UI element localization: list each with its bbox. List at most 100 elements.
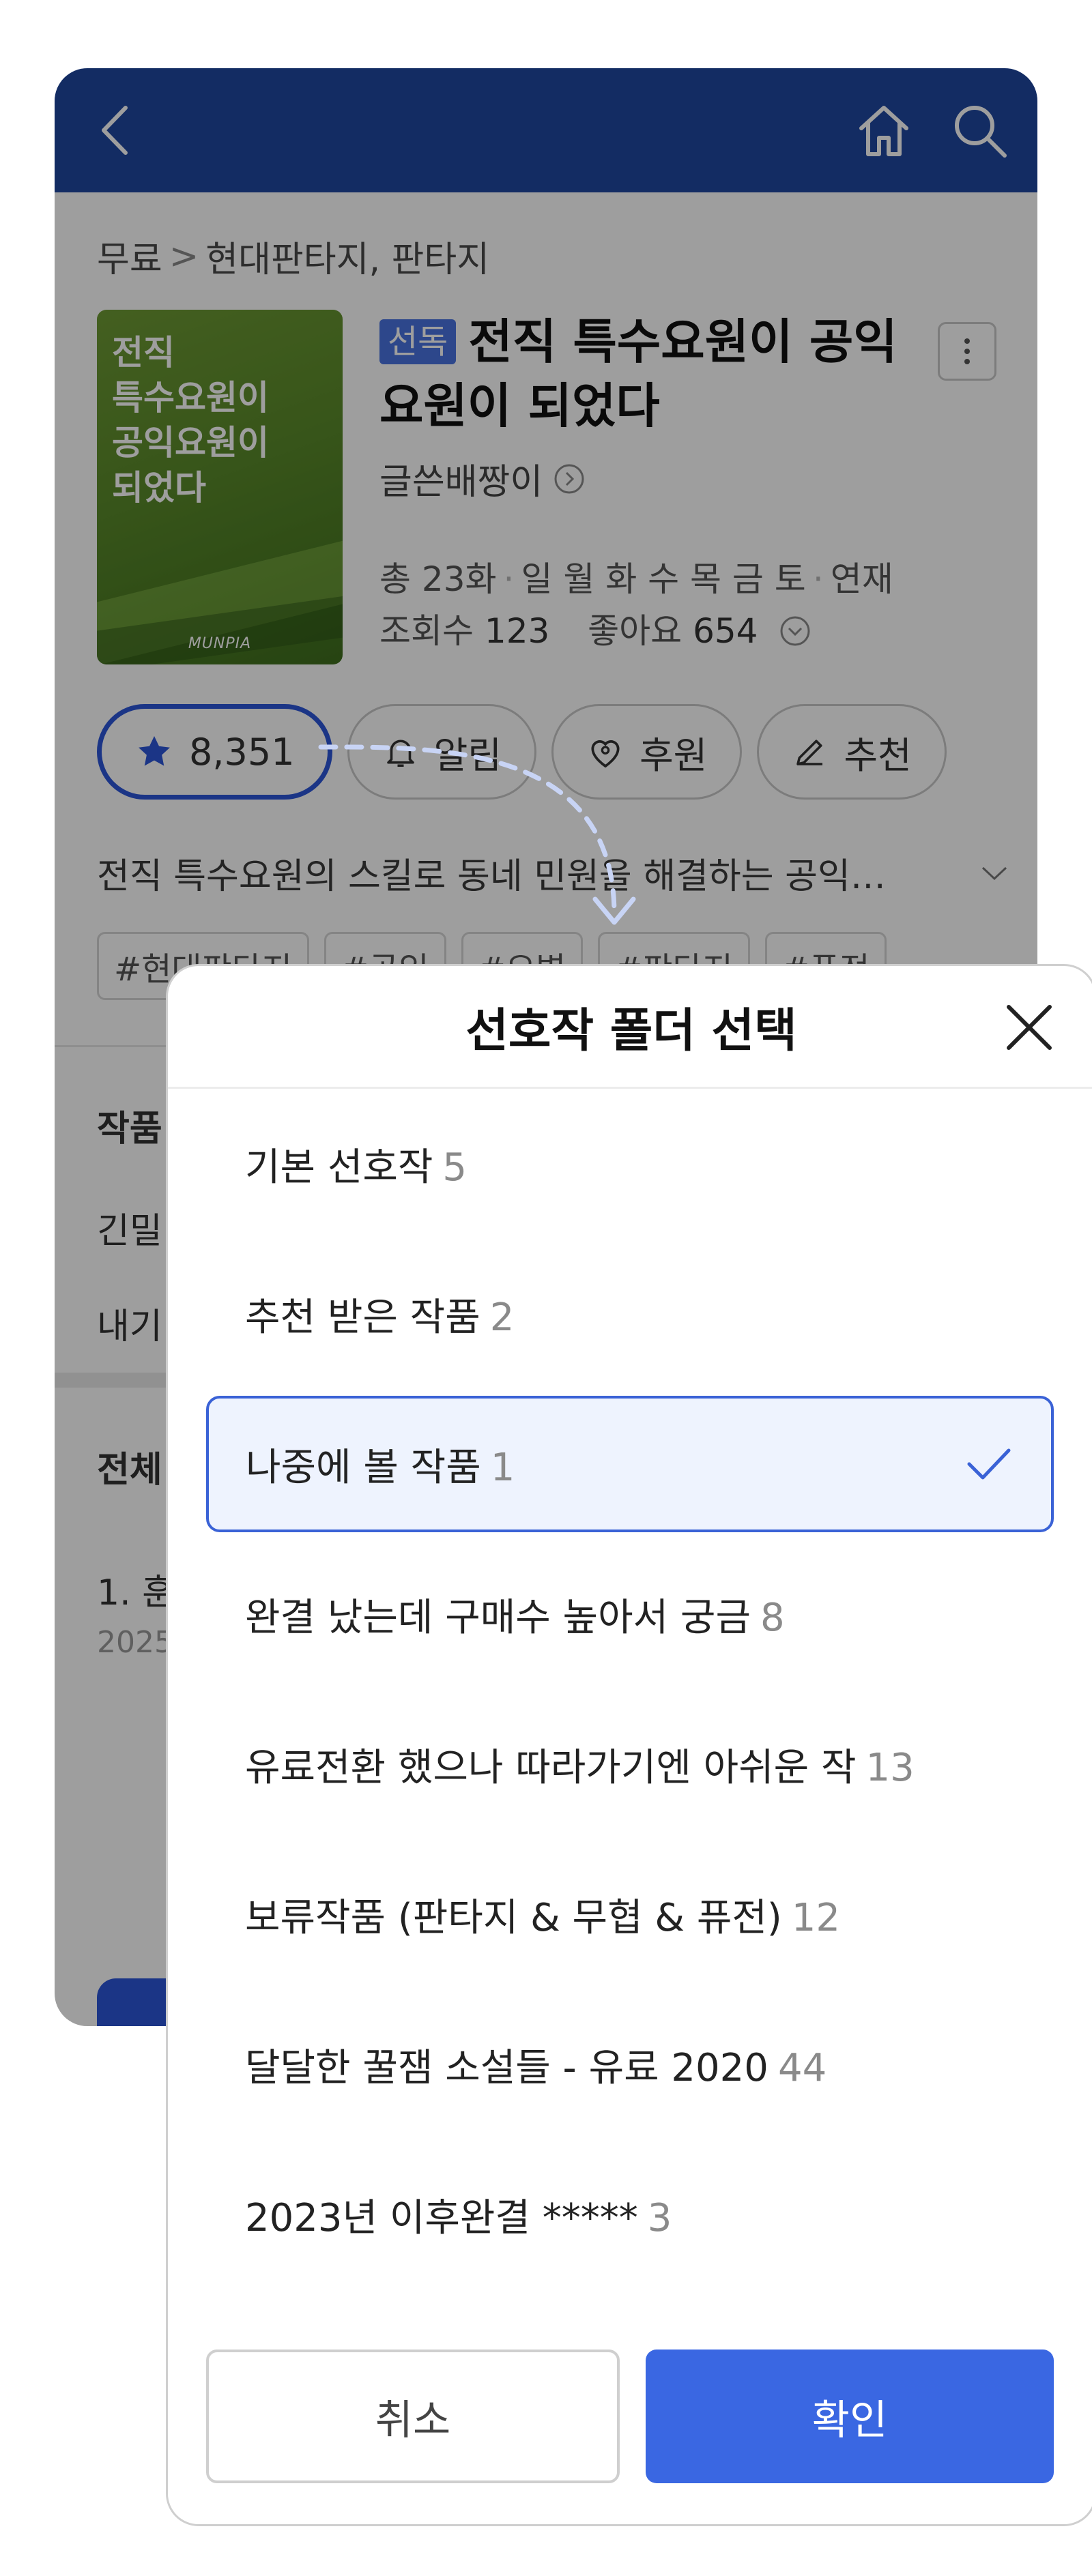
likes-count: 654: [693, 611, 758, 651]
folder-option[interactable]: 완결 났는데 구매수 높아서 궁금 8: [206, 1539, 1054, 1689]
novel-title: 전직 특수요원이 공익요원이 되었다: [379, 314, 897, 434]
folder-name: 추천 받은 작품: [245, 1295, 480, 1340]
favorite-count: 8,351: [189, 730, 295, 774]
folder-label: 기본 선호작 5: [245, 1137, 467, 1192]
novel-title-row: 선독 전직 특수요원이 공익요원이 되었다: [379, 310, 939, 438]
breadcrumb-separator: >: [169, 235, 199, 277]
home-icon[interactable]: [853, 100, 915, 161]
pencil-icon: [796, 740, 823, 765]
book-cover[interactable]: 전직 특수요원이 공익요원이 되었다 MUNPIA: [97, 310, 343, 664]
search-icon[interactable]: [949, 100, 1010, 161]
folder-label: 2023년 이후완결 ***** 3: [245, 2187, 672, 2242]
folder-option[interactable]: 유료전환 했으나 따라가기엔 아쉬운 작 13: [206, 1689, 1054, 1839]
folder-count: 2: [489, 1295, 515, 1340]
check-icon: [967, 1448, 1011, 1480]
description-row[interactable]: 전직 특수요원의 스킬로 동네 민원을 해결하는 공익…: [97, 847, 1011, 898]
folder-count: 3: [647, 2195, 672, 2240]
folder-option[interactable]: 2023년 이후완결 ***** 3: [206, 2139, 1054, 2289]
folder-label: 추천 받은 작품 2: [245, 1287, 514, 1342]
author-link[interactable]: 글쓴배짱이: [379, 453, 939, 504]
more-vertical-icon: [964, 338, 970, 364]
folder-label: 완결 났는데 구매수 높아서 궁금 8: [245, 1587, 785, 1642]
serial-status: 연재: [830, 559, 893, 599]
novel-meta: 총 23화 · 일 월 화 수 목 금 토 · 연재 조회수 123 좋아요 654: [379, 553, 939, 657]
folder-label: 유료전환 했으나 따라가기엔 아쉬운 작 13: [245, 1737, 915, 1792]
more-options-button[interactable]: [938, 322, 996, 381]
favorite-folder-modal: 선호작 폴더 선택 기본 선호작 5 추천 받은 작품 2 나중에 볼 작품 1 완결…: [166, 964, 1092, 2526]
serial-days: 일 월 화 수 목 금 토: [521, 559, 806, 599]
recommend-label: 추천: [844, 733, 912, 777]
close-icon: [1007, 1005, 1052, 1050]
folder-count: 8: [760, 1595, 785, 1640]
bell-icon: [386, 740, 414, 767]
cancel-button[interactable]: 취소: [206, 2350, 620, 2483]
schedule-line: 총 23화 · 일 월 화 수 목 금 토 · 연재: [379, 559, 893, 599]
work-info-heading: 작품: [97, 1109, 162, 1150]
top-app-bar: [55, 68, 1037, 192]
folder-option-selected[interactable]: 나중에 볼 작품 1: [206, 1396, 1054, 1532]
close-button[interactable]: [996, 995, 1062, 1060]
folder-count: 13: [865, 1745, 915, 1790]
modal-footer: 취소 확인: [206, 2350, 1054, 2483]
early-access-badge: 선독: [379, 319, 457, 364]
folder-option[interactable]: 추천 받은 작품 2: [206, 1239, 1054, 1389]
folder-list: 기본 선호작 5 추천 받은 작품 2 나중에 볼 작품 1 완결 났는데 구매수 높…: [206, 1089, 1054, 2289]
views-label: 조회수: [379, 611, 474, 651]
alarm-label: 알림: [433, 733, 502, 777]
novel-info: 선독 전직 특수요원이 공익요원이 되었다 글쓴배짱이 총 23화 · 일 월 화 수…: [379, 310, 939, 657]
confirm-button[interactable]: 확인: [646, 2350, 1054, 2483]
breadcrumb-genre[interactable]: 현대판타지, 판타지: [205, 231, 489, 282]
folder-option[interactable]: 달달한 꿀잼 소설들 - 유료 2020 44: [206, 1989, 1054, 2139]
recommend-button[interactable]: 추천: [757, 704, 947, 800]
chevron-down-icon: [981, 866, 1007, 880]
episode-date: 2025: [97, 1625, 173, 1660]
stats-line: 조회수 123 좋아요 654: [379, 605, 939, 657]
folder-option[interactable]: 보류작품 (판타지 & 무협 & 퓨전) 12: [206, 1839, 1054, 1989]
episode-title[interactable]: 1. 훈: [97, 1564, 175, 1615]
likes-label: 좋아요: [588, 611, 682, 651]
breadcrumb: 무료 > 현대판타지, 판타지: [97, 231, 489, 282]
folder-label: 보류작품 (판타지 & 무협 & 퓨전) 12: [245, 1887, 840, 1942]
heart-gift-icon: [591, 740, 620, 768]
folder-name: 달달한 꿀잼 소설들 - 유료 2020: [245, 2045, 768, 2090]
cover-brand-logo: MUNPIA: [188, 635, 252, 652]
folder-name: 나중에 볼 작품: [246, 1445, 481, 1490]
alarm-button[interactable]: 알림: [347, 704, 536, 800]
info-row: 긴밀: [97, 1211, 162, 1252]
cover-title-line: 되었다: [112, 468, 206, 508]
author-name: 글쓴배짱이: [379, 462, 543, 503]
folder-name: 기본 선호작: [245, 1145, 433, 1190]
episode-count: 총 23화: [379, 559, 497, 599]
folder-name: 완결 났는데 구매수 높아서 궁금: [245, 1595, 751, 1640]
folder-name: 2023년 이후완결 *****: [245, 2195, 638, 2240]
folder-name: 보류작품 (판타지 & 무협 & 퓨전): [245, 1895, 782, 1940]
chevron-right-circle-icon: [554, 464, 584, 493]
cover-title: 전직 특수요원이 공익요원이 되었다: [112, 330, 269, 510]
folder-count: 44: [777, 2045, 827, 2090]
favorite-button[interactable]: 8,351: [97, 704, 332, 800]
folder-count: 5: [442, 1145, 468, 1190]
folder-name: 유료전환 했으나 따라가기엔 아쉬운 작: [245, 1745, 857, 1790]
folder-label: 나중에 볼 작품 1: [246, 1437, 515, 1492]
info-row: 내기: [97, 1306, 162, 1347]
support-label: 후원: [639, 733, 708, 777]
cover-title-line: 공익요원이: [112, 423, 269, 463]
top-bar-actions: [853, 100, 1010, 161]
folder-count: 12: [791, 1895, 841, 1940]
folder-count: 1: [490, 1445, 515, 1490]
action-buttons: 8,351 알림 후원 추천: [97, 704, 947, 800]
views-count: 123: [484, 611, 550, 651]
all-episodes-heading: 전체: [97, 1450, 162, 1491]
modal-title: 선호작 폴더 선택: [465, 1004, 797, 1058]
description-text: 전직 특수요원의 스킬로 동네 민원을 해결하는 공익…: [97, 856, 886, 897]
cover-title-line: 전직: [112, 333, 175, 372]
modal-header: 선호작 폴더 선택: [168, 966, 1092, 1089]
cover-title-line: 특수요원이: [112, 378, 269, 418]
chevron-down-circle-icon[interactable]: [778, 614, 812, 648]
star-icon: [139, 736, 170, 766]
folder-label: 달달한 꿀잼 소설들 - 유료 2020 44: [245, 2037, 827, 2092]
support-button[interactable]: 후원: [551, 704, 743, 800]
breadcrumb-root[interactable]: 무료: [97, 231, 162, 282]
folder-option[interactable]: 기본 선호작 5: [206, 1089, 1054, 1239]
back-arrow-icon[interactable]: [93, 100, 141, 161]
